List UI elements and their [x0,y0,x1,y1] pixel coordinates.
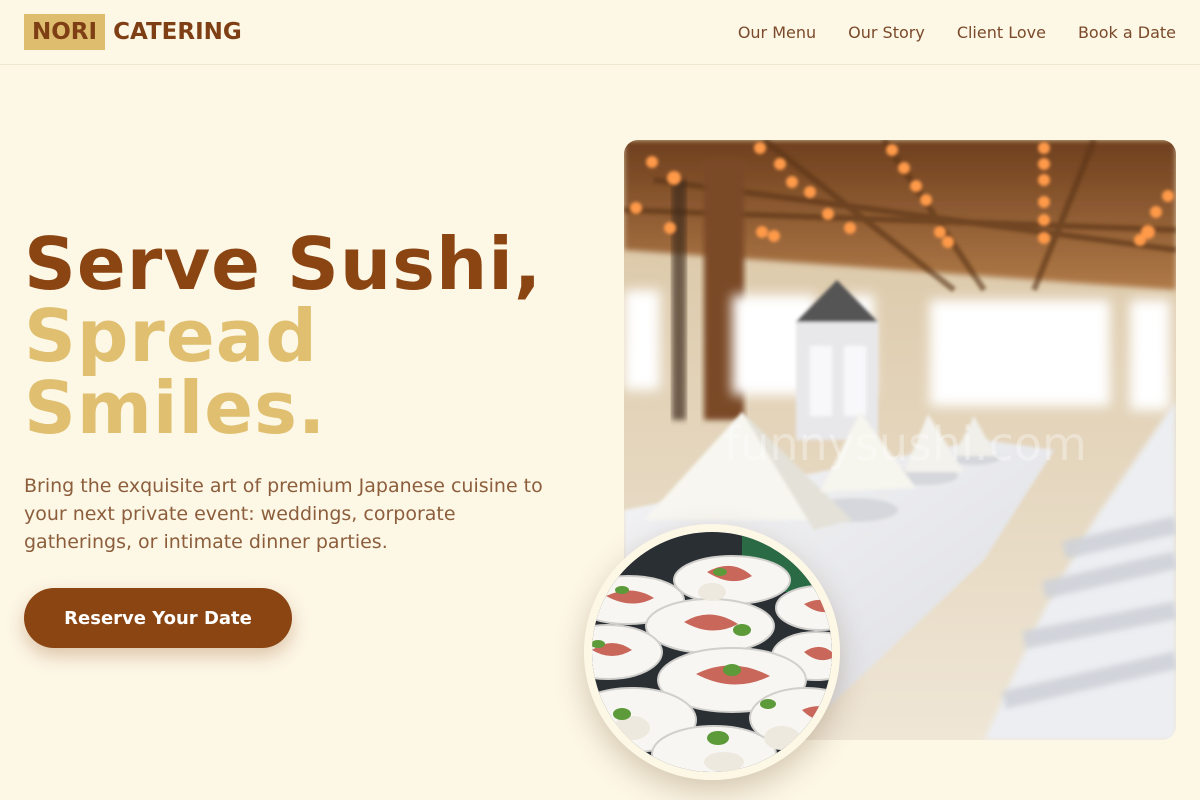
watermark-text: funnysushi.com [724,417,1087,471]
reserve-date-button[interactable]: Reserve Your Date [24,588,292,648]
nav-book-a-date[interactable]: Book a Date [1078,23,1176,42]
appetizers-illustration [592,532,832,772]
navbar: NORI CATERING Our Menu Our Story Client … [0,0,1200,65]
nav-client-love[interactable]: Client Love [957,23,1046,42]
hero-title-line-2: Spread [24,294,318,378]
hero-description: Bring the exquisite art of premium Japan… [24,475,543,553]
plated-appetizers-image [584,524,840,780]
logo-catering: CATERING [113,19,242,45]
logo[interactable]: NORI CATERING [24,14,242,50]
hero-title-line-1: Serve Sushi, [24,222,543,306]
nav-our-menu[interactable]: Our Menu [738,23,816,42]
hero-title: Serve Sushi, Spread Smiles. [24,228,542,444]
logo-nori: NORI [24,14,106,50]
nav-links: Our Menu Our Story Client Love Book a Da… [738,23,1176,42]
nav-our-story[interactable]: Our Story [848,23,925,42]
hero-title-line-3: Smiles. [24,366,327,450]
